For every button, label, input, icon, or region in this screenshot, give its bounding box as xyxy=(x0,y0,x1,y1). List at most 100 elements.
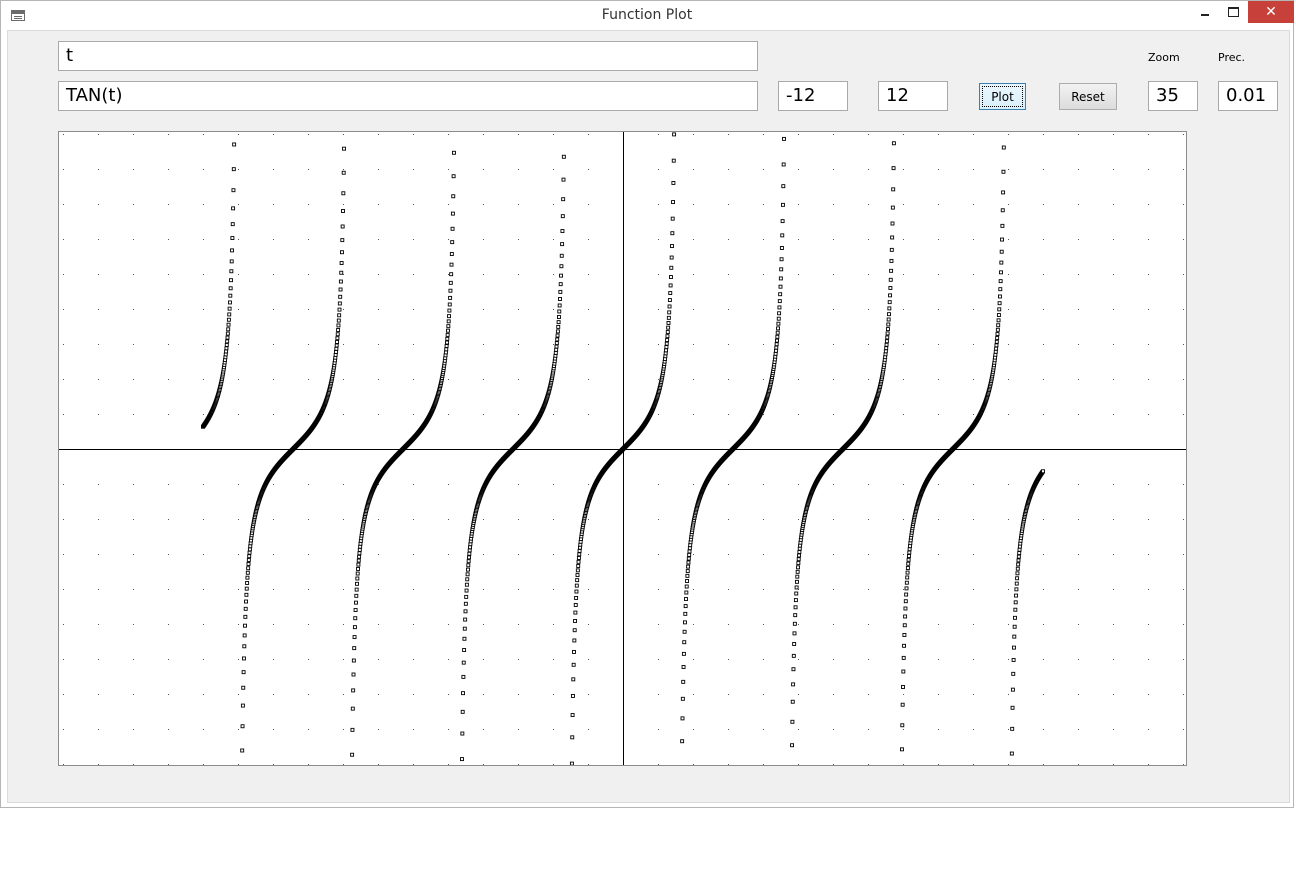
grid-dot xyxy=(413,694,414,695)
grid-dot xyxy=(588,274,589,275)
t-max-input[interactable]: 12 xyxy=(878,81,948,111)
grid-dot xyxy=(973,239,974,240)
t-min-input[interactable]: -12 xyxy=(778,81,848,111)
plot-point xyxy=(446,324,451,329)
grid-dot xyxy=(98,554,99,555)
grid-dot xyxy=(238,729,239,730)
plot-point xyxy=(554,347,559,352)
grid-dot xyxy=(553,274,554,275)
grid-dot xyxy=(903,554,904,555)
grid-dot xyxy=(798,764,799,765)
grid-dot xyxy=(658,554,659,555)
precision-input[interactable]: 0.01 xyxy=(1218,81,1278,111)
grid-dot xyxy=(133,379,134,380)
plot-point xyxy=(904,580,909,585)
grid-dot xyxy=(868,274,869,275)
grid-dot xyxy=(1148,554,1149,555)
grid-dot xyxy=(168,589,169,590)
plot-point xyxy=(680,716,685,721)
grid-dot xyxy=(168,379,169,380)
close-button[interactable]: ✕ xyxy=(1248,1,1294,23)
grid-dot xyxy=(588,694,589,695)
grid-dot xyxy=(308,729,309,730)
plot-point xyxy=(905,566,910,570)
plot-point xyxy=(685,569,690,574)
plot-point xyxy=(668,283,673,288)
grid-dot xyxy=(63,624,64,625)
grid-dot xyxy=(1113,484,1114,485)
grid-dot xyxy=(833,414,834,415)
plot-point xyxy=(225,339,230,344)
plot-point xyxy=(999,270,1003,275)
grid-dot xyxy=(133,694,134,695)
grid-dot xyxy=(973,694,974,695)
grid-dot xyxy=(343,694,344,695)
plot-point xyxy=(337,313,342,318)
plot-point xyxy=(466,559,471,564)
plot-point xyxy=(338,294,343,299)
plot-point xyxy=(993,349,998,354)
grid-dot xyxy=(413,589,414,590)
grid-dot xyxy=(798,484,799,485)
grid-dot xyxy=(378,694,379,695)
plot-point xyxy=(681,679,686,684)
zoom-input[interactable]: 35 xyxy=(1148,81,1198,111)
plot-point xyxy=(886,322,891,327)
grid-dot xyxy=(1183,729,1184,730)
grid-dot xyxy=(658,309,659,310)
grid-dot xyxy=(1183,379,1184,380)
grid-dot xyxy=(483,694,484,695)
grid-dot xyxy=(693,484,694,485)
grid-dot xyxy=(343,169,344,170)
plot-point xyxy=(451,174,456,179)
minimize-button[interactable] xyxy=(1191,1,1219,23)
plot-point xyxy=(890,235,895,240)
grid-dot xyxy=(273,554,274,555)
plot-point xyxy=(444,347,449,352)
grid-dot xyxy=(448,134,449,135)
grid-dot xyxy=(1148,624,1149,625)
grid-dot xyxy=(518,169,519,170)
grid-dot xyxy=(518,379,519,380)
grid-dot xyxy=(1113,589,1114,590)
plot-point xyxy=(241,670,246,675)
grid-dot xyxy=(973,344,974,345)
grid-dot xyxy=(658,624,659,625)
y-expression-input[interactable]: TAN(t) xyxy=(58,81,758,111)
plot-area[interactable] xyxy=(58,131,1187,766)
grid-dot xyxy=(63,344,64,345)
maximize-button[interactable] xyxy=(1219,1,1247,23)
grid-dot xyxy=(798,134,799,135)
grid-dot xyxy=(483,589,484,590)
grid-dot xyxy=(1113,204,1114,205)
plot-button[interactable]: Plot xyxy=(979,83,1026,110)
plot-point xyxy=(334,346,339,351)
grid-dot xyxy=(343,624,344,625)
plot-point xyxy=(246,561,251,566)
plot-point xyxy=(338,287,343,292)
x-expression-input[interactable]: t xyxy=(58,41,758,71)
grid-dot xyxy=(938,344,939,345)
grid-dot xyxy=(903,169,904,170)
plot-point xyxy=(357,554,362,559)
plot-point xyxy=(341,209,345,213)
grid-dot xyxy=(1043,309,1044,310)
grid-dot xyxy=(63,589,64,590)
grid-dot xyxy=(448,239,449,240)
plot-point xyxy=(336,318,341,323)
reset-button[interactable]: Reset xyxy=(1059,83,1117,110)
plot-point xyxy=(663,351,668,356)
grid-dot xyxy=(518,764,519,765)
plot-point xyxy=(797,550,802,554)
grid-dot xyxy=(1183,694,1184,695)
plot-point xyxy=(1013,615,1017,620)
grid-dot xyxy=(1113,239,1114,240)
grid-dot xyxy=(1043,204,1044,205)
grid-dot xyxy=(413,624,414,625)
plot-point xyxy=(684,584,689,589)
title-bar[interactable]: Function Plot ✕ xyxy=(1,1,1294,31)
grid-dot xyxy=(903,519,904,520)
grid-dot xyxy=(1078,309,1079,310)
plot-point xyxy=(1015,576,1020,581)
plot-point xyxy=(555,333,560,338)
